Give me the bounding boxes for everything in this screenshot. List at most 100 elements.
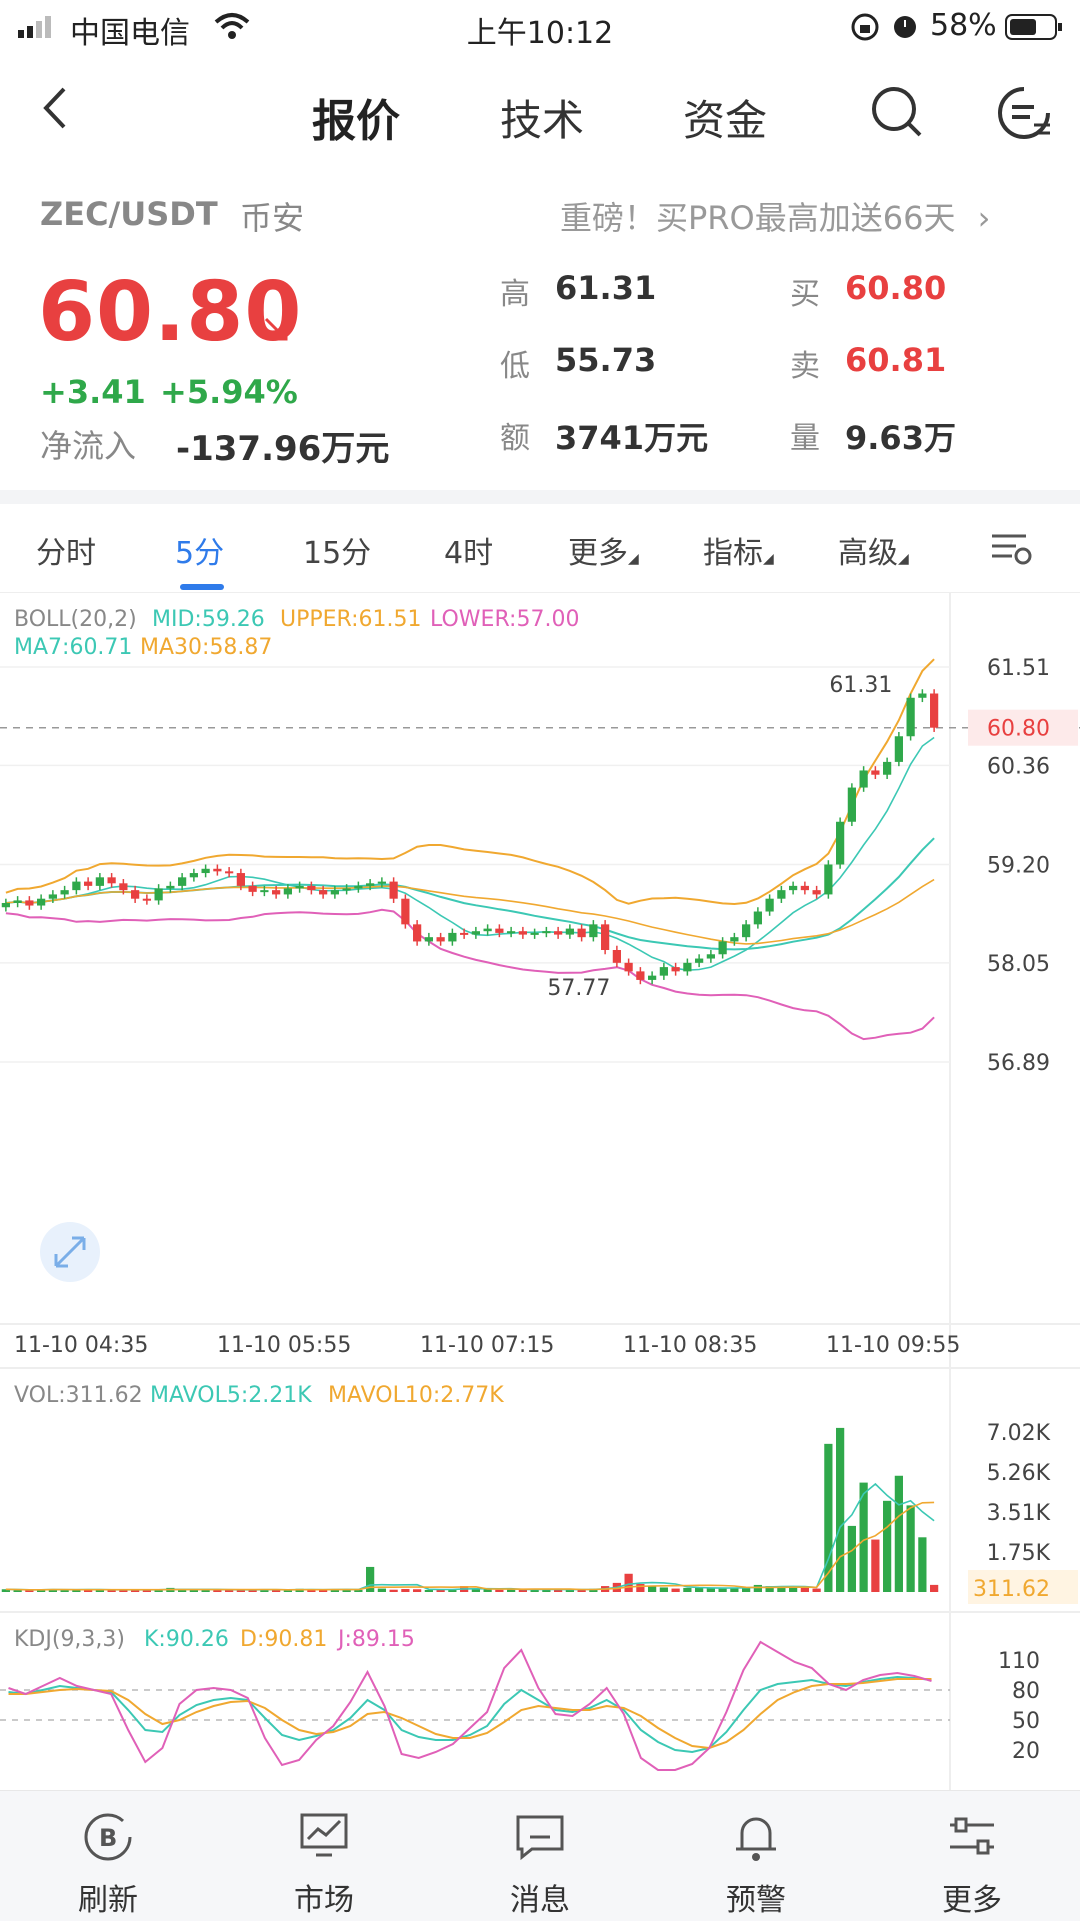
tab-4h[interactable]: 4时	[444, 528, 493, 572]
price-change: +3.41	[40, 373, 146, 411]
candle	[330, 890, 339, 895]
nav-messages[interactable]: 消息	[432, 1809, 648, 1919]
exchange-name: 币安	[240, 199, 305, 237]
candle	[471, 931, 480, 935]
time-tick-label: 11-10 07:15	[420, 1333, 554, 1358]
nav-more-label: 更多	[942, 1883, 1002, 1918]
candle	[765, 898, 774, 912]
volume-bar	[624, 1573, 633, 1592]
candle	[189, 873, 198, 878]
volume-bar	[483, 1589, 492, 1592]
volume-bar	[836, 1427, 845, 1592]
candle	[683, 962, 692, 972]
candle	[342, 888, 351, 891]
tab-5min[interactable]: 5分	[175, 528, 224, 572]
volume-bar	[424, 1589, 433, 1592]
candle	[601, 924, 610, 950]
candle	[236, 873, 245, 886]
refresh-icon: B	[84, 1813, 132, 1861]
candle	[377, 881, 386, 884]
price-tick-label: 61.51	[987, 656, 1050, 681]
expand-button[interactable]	[40, 1222, 100, 1282]
candle	[424, 937, 433, 942]
back-icon[interactable]	[40, 83, 70, 137]
volume-bar	[800, 1587, 809, 1592]
tab-technical[interactable]: 技术	[500, 87, 584, 148]
candle	[1, 902, 10, 908]
volume-bar	[377, 1588, 386, 1592]
net-inflow-value: -137.96万元	[176, 429, 390, 469]
volume-bar	[401, 1589, 410, 1592]
kline-charts[interactable]: BOLL(20,2) MID:59.26 UPPER:61.51 LOWER:5…	[0, 592, 1080, 1790]
tab-more[interactable]: 更多◢	[568, 528, 639, 572]
nav-more[interactable]: 更多	[864, 1809, 1080, 1919]
candle	[401, 898, 410, 925]
tab-quote[interactable]: 报价	[312, 85, 400, 149]
candle	[436, 937, 445, 942]
candle	[248, 885, 257, 892]
kdj-tick-label: 110	[998, 1649, 1040, 1674]
volume-label: 量	[790, 421, 820, 456]
candle	[777, 890, 786, 899]
low-label: 低	[500, 349, 530, 384]
candle	[154, 888, 163, 901]
price-tick-label: 58.05	[987, 952, 1050, 977]
low-annotation: 57.77	[547, 976, 610, 1001]
kdj-tick-label: 20	[1012, 1739, 1040, 1764]
battery-percent: 58%	[930, 8, 997, 43]
candle	[530, 932, 539, 935]
amount-value: 3741万元	[555, 419, 709, 457]
boll-legend-upper: UPPER:61.51	[280, 607, 422, 632]
search-icon[interactable]	[870, 85, 924, 143]
vol-legend: VOL:311.62	[14, 1383, 143, 1408]
price-tick-label: 56.89	[987, 1051, 1050, 1076]
nav-refresh[interactable]: B 刷新	[0, 1809, 216, 1919]
volume-bar	[648, 1586, 657, 1592]
bell-icon	[736, 1817, 776, 1861]
price-change-pct: +5.94%	[160, 373, 298, 411]
candle	[906, 697, 915, 737]
time-tick-label: 11-10 04:35	[14, 1333, 148, 1358]
tab-funds[interactable]: 资金	[683, 87, 767, 148]
candle	[730, 937, 739, 942]
kdj-tick-label: 50	[1012, 1709, 1040, 1734]
svg-text:B: B	[99, 1824, 117, 1852]
mavol10-legend: MAVOL10:2.77K	[328, 1383, 504, 1408]
boll-legend-mid: MID:59.26	[152, 607, 265, 632]
tab-indicators[interactable]: 指标◢	[703, 528, 774, 572]
menu-icon[interactable]	[996, 85, 1052, 145]
tab-advanced-label: 高级	[838, 536, 898, 571]
candle	[918, 693, 927, 698]
dropdown-icon: ◢	[898, 551, 909, 567]
sliders-icon	[950, 1817, 994, 1855]
high-value: 61.31	[555, 269, 657, 307]
candle	[554, 931, 563, 935]
volume-bar	[636, 1584, 645, 1592]
buy-value: 60.80	[845, 269, 947, 307]
chart-settings-icon[interactable]	[990, 528, 1034, 572]
candle	[659, 967, 668, 976]
candle	[894, 736, 903, 762]
promo-link[interactable]: 重磅！买PRO最高加送66天 ›	[560, 193, 990, 239]
tab-15min[interactable]: 15分	[303, 528, 371, 572]
candle	[636, 971, 645, 980]
ma30-legend: MA30:58.87	[140, 635, 272, 660]
active-tab-indicator	[180, 584, 224, 590]
candle	[507, 931, 516, 934]
volume-bar	[906, 1505, 915, 1592]
candle	[389, 881, 398, 899]
volume-bar	[847, 1525, 856, 1592]
volume-bar	[871, 1539, 880, 1592]
candle	[718, 941, 727, 955]
tab-timeshare[interactable]: 分时	[36, 528, 96, 572]
candle	[295, 885, 304, 889]
tab-advanced[interactable]: 高级◢	[838, 528, 909, 572]
j-legend: J:89.15	[336, 1627, 415, 1652]
nav-alerts[interactable]: 预警	[648, 1809, 864, 1919]
nav-market[interactable]: 市场	[216, 1809, 432, 1919]
candle	[283, 888, 292, 895]
candle	[577, 928, 586, 938]
candle	[13, 900, 22, 903]
candle	[930, 693, 939, 728]
candle	[95, 877, 104, 886]
